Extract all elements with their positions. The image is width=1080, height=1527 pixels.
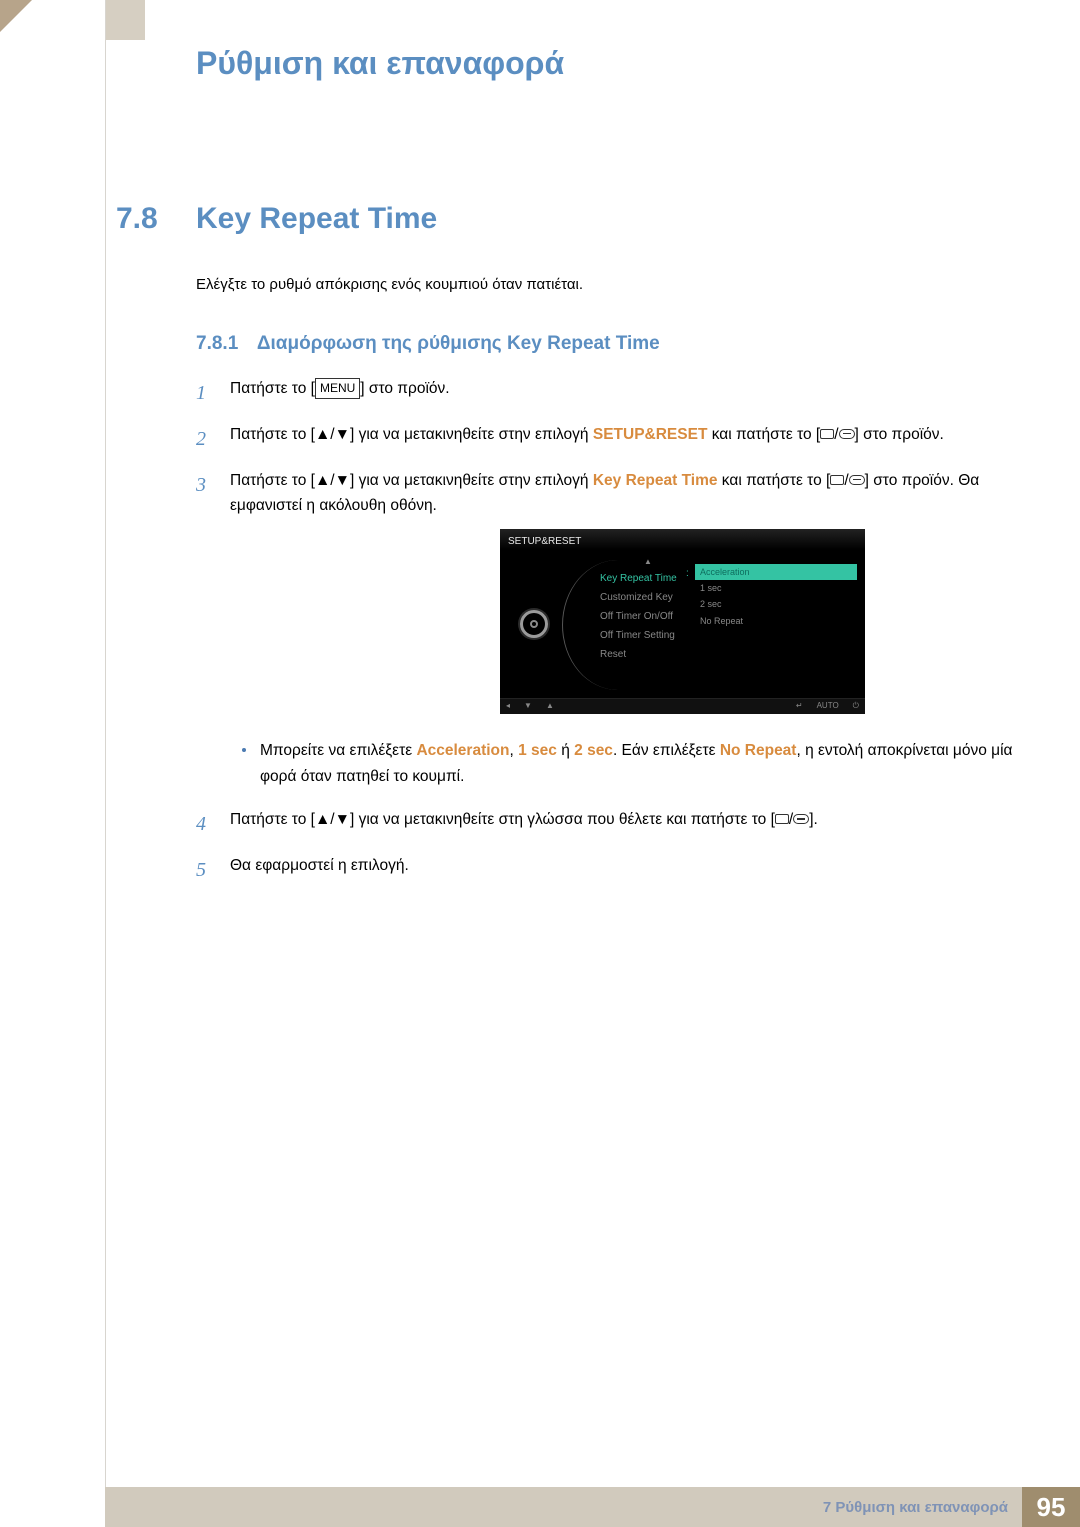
osd-menu-item: Off Timer Setting (600, 628, 677, 644)
step-2: 2 Πατήστε το [▲/▼] για να μετακινηθείτε … (196, 423, 1020, 455)
step-text: Πατήστε το [ (230, 811, 315, 828)
box-icon (830, 475, 844, 485)
down-icon: ▼ (524, 700, 532, 713)
footer-chapter-label: 7 Ρύθμιση και επαναφορά (823, 1499, 1008, 1516)
highlight-text: SETUP&RESET (593, 426, 708, 443)
enter-icon: ↵ (796, 700, 803, 713)
step-number: 4 (196, 808, 214, 840)
step-text: Πατήστε το [ (230, 472, 315, 489)
subsection-heading: 7.8.1 Διαμόρφωση της ρύθμισης Key Repeat… (196, 333, 1020, 355)
bullet-icon (242, 748, 246, 752)
step-text: ] για να μετακινηθείτε στην επιλογή (350, 472, 593, 489)
step-3: 3 Πατήστε το [▲/▼] για να μετακινηθείτε … (196, 469, 1020, 724)
slash: / (844, 472, 848, 489)
osd-screenshot: SETUP&RESET ▲ Key Repeat Time Customized… (500, 529, 865, 714)
bullet-note: Μπορείτε να επιλέξετε Acceleration, 1 se… (242, 738, 1020, 791)
osd-menu-item: Reset (600, 647, 677, 663)
bullet-text: ή (557, 742, 574, 759)
step-text: ] στο προϊόν. (855, 426, 944, 443)
step-text: και πατήστε το [ (707, 426, 820, 443)
step-number: 5 (196, 854, 214, 886)
osd-option-selected: Acceleration (695, 564, 857, 580)
highlight-text: Key Repeat Time (593, 472, 718, 489)
gear-icon (520, 610, 548, 638)
arrow-keys-icon: ▲/▼ (315, 811, 350, 828)
section-title: Key Repeat Time (196, 202, 437, 236)
corner-decoration (0, 0, 32, 32)
arrow-keys-icon: ▲/▼ (315, 426, 350, 443)
menu-button-label: MENU (315, 378, 360, 399)
osd-menu-item: Off Timer On/Off (600, 609, 677, 625)
osd-colon: : (686, 566, 689, 582)
up-arrow-icon: ▲ (644, 556, 677, 569)
bullet-text: . Εάν επιλέξετε (613, 742, 720, 759)
step-text: ]. (809, 811, 818, 828)
page-number: 95 (1022, 1487, 1080, 1527)
enter-icon (793, 814, 809, 824)
box-icon (820, 429, 834, 439)
subsection-title: Διαμόρφωση της ρύθμισης Key Repeat Time (257, 333, 660, 354)
subsection-number: 7.8.1 (196, 333, 238, 354)
back-icon: ◂ (506, 700, 510, 713)
osd-menu-item-selected: Key Repeat Time (600, 571, 677, 587)
chapter-title: Ρύθμιση και επαναφορά (196, 45, 1080, 82)
auto-label: AUTO (817, 700, 839, 713)
step-text: Πατήστε το [ (230, 380, 315, 397)
up-icon: ▲ (546, 700, 554, 713)
arrow-keys-icon: ▲/▼ (315, 472, 350, 489)
highlight-text: 2 sec (574, 742, 613, 759)
enter-icon (839, 429, 855, 439)
highlight-text: Acceleration (416, 742, 509, 759)
osd-title: SETUP&RESET (500, 529, 865, 550)
step-list: 1 Πατήστε το [MENU] στο προϊόν. 2 Πατήστ… (196, 377, 1020, 724)
power-icon: ⏻ (853, 700, 859, 713)
step-text: Θα εφαρμοστεί η επιλογή. (230, 857, 409, 874)
step-text: και πατήστε το [ (718, 472, 831, 489)
step-number: 1 (196, 377, 214, 409)
osd-option: No Repeat (695, 613, 857, 629)
enter-icon (849, 475, 865, 485)
step-text: ] για να μετακινηθείτε στη γλώσσα που θέ… (350, 811, 775, 828)
osd-footer: ◂ ▼ ▲ ↵ AUTO ⏻ (500, 698, 865, 714)
step-5: 5 Θα εφαρμοστεί η επιλογή. (196, 854, 1020, 886)
highlight-text: No Repeat (720, 742, 797, 759)
osd-menu: ▲ Key Repeat Time Customized Key Off Tim… (568, 550, 677, 698)
osd-menu-item: Customized Key (600, 590, 677, 606)
osd-options: Acceleration 1 sec 2 sec No Repeat (695, 564, 857, 630)
bullet-text: Μπορείτε να επιλέξετε (260, 742, 416, 759)
step-text: ] για να μετακινηθείτε στην επιλογή (350, 426, 593, 443)
step-number: 3 (196, 469, 214, 724)
osd-option: 2 sec (695, 596, 857, 612)
step-4: 4 Πατήστε το [▲/▼] για να μετακινηθείτε … (196, 808, 1020, 840)
osd-option: 1 sec (695, 580, 857, 596)
bullet-text: , (509, 742, 518, 759)
step-text: Πατήστε το [ (230, 426, 315, 443)
section-number: 7.8 (116, 202, 176, 236)
step-1: 1 Πατήστε το [MENU] στο προϊόν. (196, 377, 1020, 409)
slash: / (834, 426, 838, 443)
step-list-cont: 4 Πατήστε το [▲/▼] για να μετακινηθείτε … (196, 808, 1020, 886)
step-number: 2 (196, 423, 214, 455)
highlight-text: 1 sec (518, 742, 557, 759)
intro-text: Ελέγξτε το ρυθμό απόκρισης ενός κουμπιού… (196, 276, 1020, 293)
page-footer: 7 Ρύθμιση και επαναφορά 95 (105, 1487, 1080, 1527)
box-icon (775, 814, 789, 824)
step-text: ] στο προϊόν. (360, 380, 449, 397)
